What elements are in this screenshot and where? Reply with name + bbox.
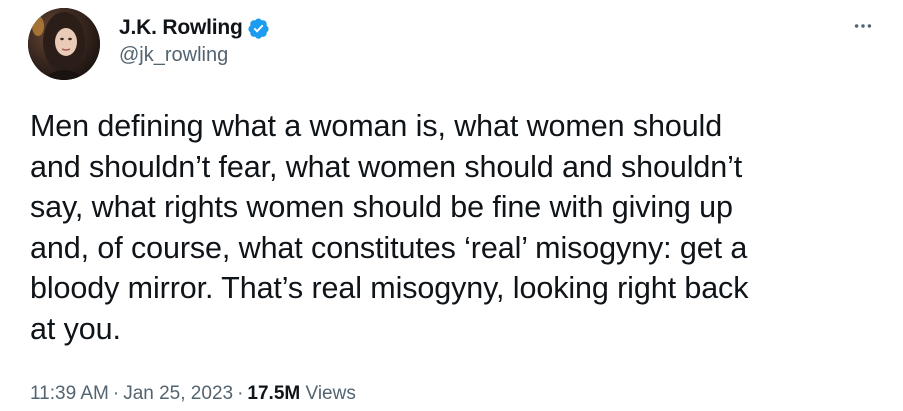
tweet-time: 11:39 AM [30,383,109,404]
display-name[interactable]: J.K. Rowling [119,16,243,40]
more-options-button[interactable] [846,12,880,40]
tweet: J.K. Rowling @jk_rowling Men defining wh… [0,0,903,411]
avatar-image [28,8,100,80]
separator: · [237,383,244,404]
author-block: J.K. Rowling @jk_rowling [119,14,270,67]
avatar[interactable] [28,8,100,80]
more-horizontal-icon [854,24,872,28]
timestamp-link[interactable]: 11:39 AM · Jan 25, 2023 [30,383,233,404]
views-count: 17.5M [247,383,301,404]
separator: · [112,383,120,404]
handle[interactable]: @jk_rowling [119,44,270,67]
verified-badge-icon[interactable] [247,17,270,40]
tweet-text: Men defining what a woman is, what women… [30,109,749,346]
views-link[interactable]: 17.5M Views [247,383,355,404]
name-row: J.K. Rowling [119,14,270,42]
tweet-date: Jan 25, 2023 [123,383,234,404]
tweet-meta: 11:39 AM · Jan 25, 2023 · 17.5M Views [30,383,356,405]
views-label: Views [305,383,356,404]
